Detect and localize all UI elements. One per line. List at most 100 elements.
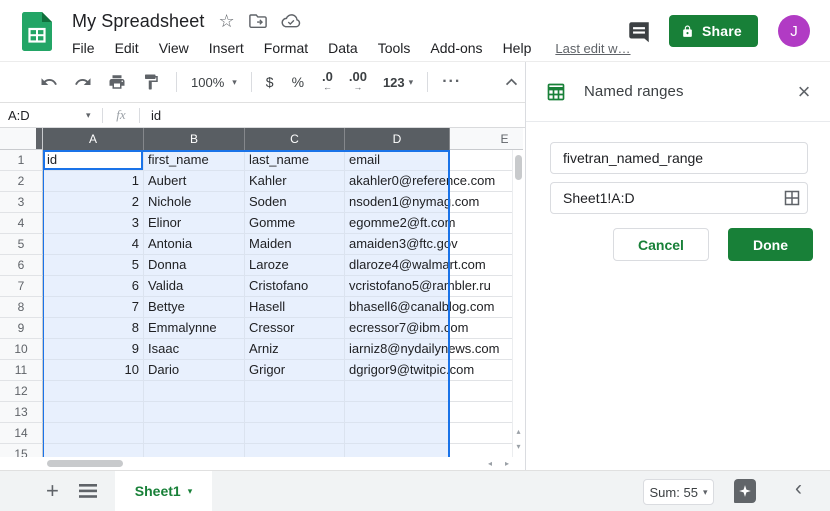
menu-item-data[interactable]: Data: [328, 40, 358, 56]
cell-B1[interactable]: first_name: [144, 150, 245, 171]
column-header-A[interactable]: A: [43, 128, 144, 150]
cell-C1[interactable]: last_name: [245, 150, 345, 171]
range-name-input[interactable]: [550, 142, 808, 174]
cell-B2[interactable]: Aubert: [144, 171, 245, 192]
collapse-panel-icon[interactable]: ‹: [795, 477, 802, 501]
cell-D2[interactable]: akahler0@reference.com: [345, 171, 450, 192]
cell-B9[interactable]: Emmalynne: [144, 318, 245, 339]
undo-icon[interactable]: [40, 73, 58, 91]
cell-D14[interactable]: [345, 423, 450, 444]
cell-B4[interactable]: Elinor: [144, 213, 245, 234]
cell-B14[interactable]: [144, 423, 245, 444]
cloud-saved-icon[interactable]: [281, 14, 301, 29]
scroll-up-icon[interactable]: ▴: [513, 426, 523, 438]
column-header-E[interactable]: E: [450, 128, 523, 150]
cell-D9[interactable]: ecressor7@ibm.com: [345, 318, 450, 339]
cell-A1[interactable]: id: [43, 150, 144, 171]
cell-D15[interactable]: [345, 444, 450, 457]
cell-B3[interactable]: Nichole: [144, 192, 245, 213]
cell-C10[interactable]: Arniz: [245, 339, 345, 360]
cell-B6[interactable]: Donna: [144, 255, 245, 276]
menu-item-tools[interactable]: Tools: [378, 40, 411, 56]
share-button[interactable]: Share: [669, 15, 758, 47]
menu-item-insert[interactable]: Insert: [209, 40, 244, 56]
cell-D13[interactable]: [345, 402, 450, 423]
cell-A15[interactable]: [43, 444, 144, 457]
column-header-B[interactable]: B: [144, 128, 245, 150]
cell-D10[interactable]: iarniz8@nydailynews.com: [345, 339, 450, 360]
cell-A6[interactable]: 5: [43, 255, 144, 276]
menu-item-format[interactable]: Format: [264, 40, 308, 56]
paint-format-icon[interactable]: [142, 73, 160, 91]
cell-C6[interactable]: Laroze: [245, 255, 345, 276]
column-header-C[interactable]: C: [245, 128, 345, 150]
cell-D1[interactable]: email: [345, 150, 450, 171]
row-header-8[interactable]: 8: [0, 297, 43, 318]
cell-B7[interactable]: Valida: [144, 276, 245, 297]
menu-item-add-ons[interactable]: Add-ons: [430, 40, 482, 56]
formula-input[interactable]: id: [140, 108, 161, 123]
increase-decimal-button[interactable]: .00 →: [349, 72, 367, 92]
zoom-select[interactable]: 100% ▾: [191, 75, 237, 90]
select-data-range-icon[interactable]: [784, 190, 800, 206]
cell-A11[interactable]: 10: [43, 360, 144, 381]
cell-A13[interactable]: [43, 402, 144, 423]
last-edit-link[interactable]: Last edit w…: [555, 41, 630, 56]
chevron-down-icon[interactable]: ▾: [86, 110, 102, 121]
document-title[interactable]: My Spreadsheet: [72, 11, 204, 32]
cell-D3[interactable]: nsoden1@nymag.com: [345, 192, 450, 213]
comment-history-icon[interactable]: [626, 19, 652, 45]
format-percent-button[interactable]: %: [292, 74, 304, 90]
cell-C5[interactable]: Maiden: [245, 234, 345, 255]
cell-C3[interactable]: Soden: [245, 192, 345, 213]
move-folder-icon[interactable]: [249, 13, 267, 29]
add-sheet-button[interactable]: +: [46, 479, 59, 503]
redo-icon[interactable]: [74, 73, 92, 91]
cell-C11[interactable]: Grigor: [245, 360, 345, 381]
row-header-9[interactable]: 9: [0, 318, 43, 339]
row-header-2[interactable]: 2: [0, 171, 43, 192]
cell-D11[interactable]: dgrigor9@twitpic.com: [345, 360, 450, 381]
cell-C12[interactable]: [245, 381, 345, 402]
cell-A2[interactable]: 1: [43, 171, 144, 192]
all-sheets-menu-icon[interactable]: [79, 484, 97, 498]
menu-item-file[interactable]: File: [72, 40, 95, 56]
cell-D5[interactable]: amaiden3@ftc.gov: [345, 234, 450, 255]
select-all-corner[interactable]: [0, 128, 43, 150]
scroll-left-icon[interactable]: ◂: [483, 457, 497, 470]
cell-A9[interactable]: 8: [43, 318, 144, 339]
vertical-scrollbar-thumb[interactable]: [515, 155, 522, 180]
row-header-7[interactable]: 7: [0, 276, 43, 297]
cell-C9[interactable]: Cressor: [245, 318, 345, 339]
cell-A4[interactable]: 3: [43, 213, 144, 234]
row-header-5[interactable]: 5: [0, 234, 43, 255]
cell-C13[interactable]: [245, 402, 345, 423]
cell-C14[interactable]: [245, 423, 345, 444]
range-reference-input[interactable]: [550, 182, 808, 214]
cell-B13[interactable]: [144, 402, 245, 423]
menu-item-view[interactable]: View: [159, 40, 189, 56]
sum-dropdown[interactable]: Sum: 55 ▾: [643, 479, 714, 505]
scroll-down-icon[interactable]: ▾: [513, 441, 523, 453]
horizontal-scrollbar-thumb[interactable]: [47, 460, 123, 467]
horizontal-scrollbar[interactable]: ◂ ▸: [0, 457, 523, 470]
cell-A12[interactable]: [43, 381, 144, 402]
cell-A8[interactable]: 7: [43, 297, 144, 318]
name-box[interactable]: A:D: [0, 108, 86, 123]
explore-button[interactable]: [734, 479, 756, 503]
cell-B11[interactable]: Dario: [144, 360, 245, 381]
row-header-12[interactable]: 12: [0, 381, 43, 402]
cell-D4[interactable]: egomme2@ft.com: [345, 213, 450, 234]
more-toolbar-button[interactable]: ···: [442, 73, 461, 91]
cell-C15[interactable]: [245, 444, 345, 457]
cell-A5[interactable]: 4: [43, 234, 144, 255]
cell-B8[interactable]: Bettye: [144, 297, 245, 318]
cell-D7[interactable]: vcristofano5@rambler.ru: [345, 276, 450, 297]
row-header-4[interactable]: 4: [0, 213, 43, 234]
format-currency-button[interactable]: $: [266, 74, 274, 90]
sheets-logo-icon[interactable]: [22, 12, 52, 51]
menu-item-help[interactable]: Help: [503, 40, 532, 56]
more-formats-button[interactable]: 123 ▾: [383, 75, 413, 90]
cell-A10[interactable]: 9: [43, 339, 144, 360]
menu-item-edit[interactable]: Edit: [115, 40, 139, 56]
